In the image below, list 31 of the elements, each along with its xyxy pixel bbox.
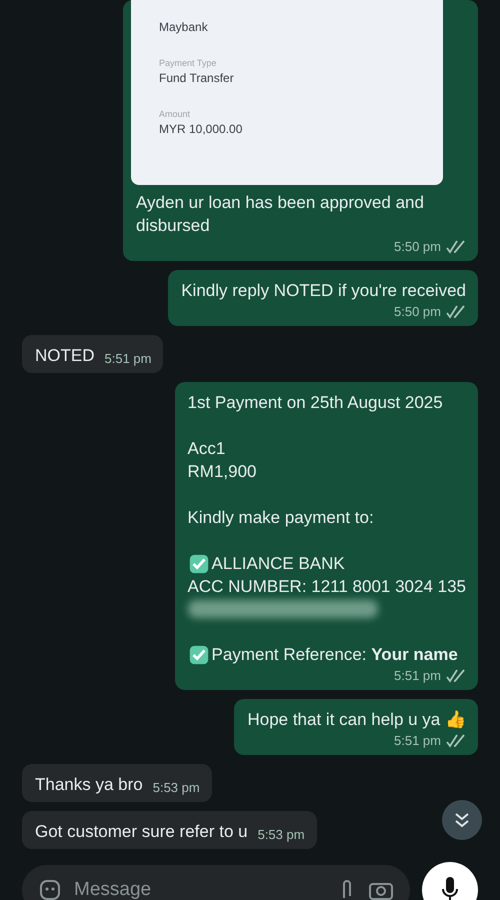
message-time: 5:50 pm: [394, 304, 441, 320]
message-text: Payment Reference: Your name: [212, 644, 458, 666]
message-text: Hope that it can help u ya 👍: [247, 709, 466, 731]
message-time: 5:51 pm: [394, 668, 441, 684]
message-text: ACC NUMBER: 1211 8001 3024 135: [188, 576, 466, 598]
field-value: Fund Transfer: [159, 71, 235, 86]
message-text: Got customer sure refer to u: [35, 821, 248, 843]
message-text: Ayden ur loan has been approved and disbursed: [136, 192, 425, 237]
message-text: Kindly reply NOTED if you're received: [181, 280, 466, 302]
message-time: 5:50 pm: [394, 239, 441, 255]
message-time: 5:51 pm: [104, 351, 152, 367]
field-value: MYR 10,000.00: [159, 122, 244, 137]
field-label: Payment Type: [159, 57, 218, 69]
message-text: RM1,900: [188, 461, 257, 483]
scroll-down-button[interactable]: [442, 800, 482, 840]
sticker-icon: [38, 878, 62, 900]
message-bar[interactable]: Message: [22, 865, 410, 900]
message-time: 5:51 pm: [394, 733, 441, 749]
microphone-icon: [442, 877, 458, 900]
message-time: 5:53 pm: [152, 780, 200, 796]
message-text: Kindly make payment to:: [188, 507, 374, 529]
field-value: Maybank: [159, 20, 209, 35]
field-label: Amount: [159, 108, 192, 120]
message-text: Thanks ya bro: [35, 774, 143, 796]
message-text: NOTED: [35, 345, 94, 367]
message-field[interactable]: Message: [72, 878, 326, 900]
double-chevron-icon: [453, 811, 471, 829]
message-time: 5:53 pm: [258, 827, 305, 843]
message-text: 1st Payment on 25th August 2025: [188, 392, 443, 414]
message-text: Acc1: [188, 438, 226, 460]
message-text: ALLIANCE BANK: [212, 553, 345, 575]
